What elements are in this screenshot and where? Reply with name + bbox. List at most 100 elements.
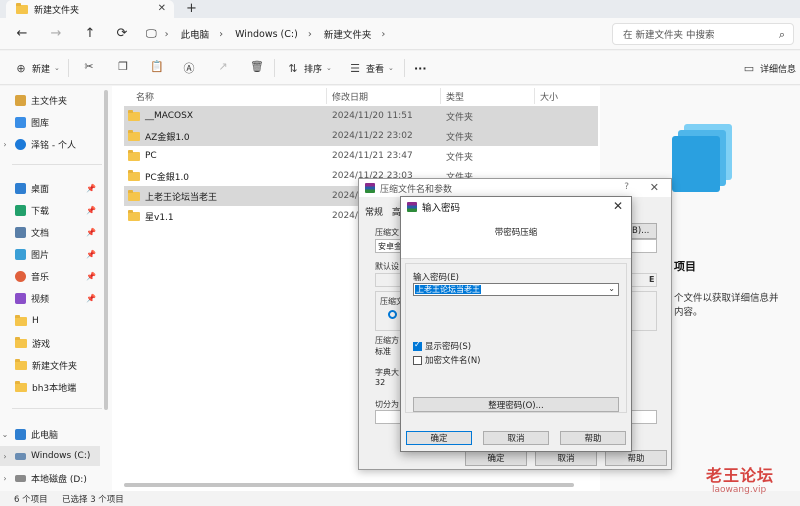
copy-icon[interactable]: ❐	[116, 60, 130, 76]
chevron-right-icon[interactable]: ›	[0, 452, 10, 461]
chevron-down-icon[interactable]: ⌄	[0, 430, 10, 439]
sort-label: 排序	[304, 64, 323, 75]
sidebar-item-videos[interactable]: 视频 📌	[0, 288, 100, 308]
column-header-size[interactable]: 大小	[540, 90, 558, 103]
file-row[interactable]: PC 2024/11/21 23:47 文件夹	[124, 146, 598, 166]
navigation-bar: ← → ↑ ⟳ 🖵 › 此电脑 › Windows (C:) › 新建文件夹 ›…	[0, 18, 800, 50]
breadcrumb-this-pc[interactable]: 此电脑	[181, 27, 210, 41]
folder-icon	[15, 380, 27, 392]
organize-passwords-button[interactable]: 整理密码(O)...	[413, 397, 619, 412]
sidebar-item-documents[interactable]: 文档 📌	[0, 222, 100, 242]
refresh-icon[interactable]: ⟳	[114, 26, 130, 42]
cancel-button[interactable]: 取消	[483, 431, 549, 445]
column-divider[interactable]	[326, 88, 327, 104]
sidebar-item-downloads[interactable]: 下载 📌	[0, 200, 100, 220]
sidebar-item-new-folder[interactable]: 新建文件夹	[0, 355, 100, 375]
column-divider[interactable]	[440, 88, 441, 104]
password-combobox[interactable]: 上老王论坛当老王 ⌄	[413, 283, 619, 296]
up-icon[interactable]: ↑	[82, 26, 98, 42]
back-icon[interactable]: ←	[14, 26, 30, 42]
divider	[12, 408, 102, 409]
ok-button[interactable]: 确定	[465, 450, 527, 466]
folder-icon	[15, 314, 27, 326]
file-row[interactable]: AZ金銀1.0 2024/11/22 23:02 文件夹	[124, 126, 598, 146]
breadcrumb-windows-c[interactable]: Windows (C:)	[235, 29, 298, 40]
more-options-button[interactable]: ···	[414, 60, 427, 76]
sidebar-item-desktop[interactable]: 桌面 📌	[0, 178, 100, 198]
sidebar-item-label: 新建文件夹	[32, 361, 78, 372]
paste-icon[interactable]: 📋	[150, 60, 164, 76]
sidebar-item-this-pc[interactable]: ⌄ 此电脑	[0, 424, 100, 444]
sidebar-scrollbar[interactable]	[104, 90, 108, 410]
sidebar-item-gallery[interactable]: 图库	[0, 112, 100, 132]
cancel-button[interactable]: 取消	[535, 450, 597, 466]
divider	[68, 59, 69, 77]
password-value: 上老王论坛当老王	[415, 285, 481, 294]
tab-general[interactable]: 常规	[365, 208, 383, 218]
chevron-down-icon[interactable]: ⌄	[608, 284, 615, 293]
new-button[interactable]: ⊕ 新建 ⌄	[14, 60, 60, 76]
sidebar-item-onedrive[interactable]: › 泽铭 - 个人	[0, 134, 100, 154]
sidebar-item-pictures[interactable]: 图片 📌	[0, 244, 100, 264]
preview-desc-line: 内容。	[674, 307, 703, 318]
home-icon	[15, 94, 26, 106]
column-header-date[interactable]: 修改日期	[332, 90, 368, 103]
sidebar-item-windows-c[interactable]: › Windows (C:)	[0, 446, 100, 466]
close-icon[interactable]: ✕	[613, 199, 623, 213]
sidebar-item-games[interactable]: 游戏	[0, 333, 100, 353]
checkbox-label: 显示密码(S)	[425, 342, 472, 352]
close-icon[interactable]: ✕	[650, 181, 659, 194]
chevron-right-icon[interactable]: ›	[0, 140, 10, 149]
file-row[interactable]: __MACOSX 2024/11/20 11:51 文件夹	[124, 106, 598, 126]
rename-icon[interactable]: Ⓐ	[182, 60, 196, 76]
music-icon	[15, 270, 26, 282]
show-password-checkbox[interactable]: 显示密码(S)	[413, 340, 471, 352]
radio-rar[interactable]	[388, 310, 397, 319]
chevron-right-icon[interactable]: ›	[0, 474, 10, 483]
file-name: __MACOSX	[145, 111, 194, 121]
breadcrumb-new-folder[interactable]: 新建文件夹	[324, 27, 372, 41]
details-pane-icon: ▭	[743, 61, 755, 75]
default-settings-label: 默认设	[375, 262, 399, 271]
details-pane-button[interactable]: ▭ 详细信息	[742, 60, 796, 76]
pin-icon: 📌	[86, 227, 96, 237]
cut-icon[interactable]: ✂	[82, 60, 96, 76]
file-name: 上老王论坛当老王	[145, 192, 218, 203]
chevron-right-icon: ›	[381, 28, 386, 40]
video-icon	[15, 292, 26, 304]
pin-icon: 📌	[86, 205, 96, 215]
horizontal-scrollbar[interactable]	[124, 483, 574, 487]
view-label: 查看	[366, 64, 385, 75]
help-icon[interactable]: ?	[624, 182, 629, 192]
share-icon[interactable]: ↗	[216, 60, 230, 76]
forward-icon[interactable]: →	[48, 26, 64, 42]
encrypt-filenames-checkbox[interactable]: 加密文件名(N)	[413, 354, 481, 366]
delete-icon[interactable]: 🗑	[250, 60, 264, 76]
sidebar-item-label: 图库	[31, 118, 50, 129]
column-header-type[interactable]: 类型	[446, 90, 464, 103]
file-date: 2024/11/20 11:51	[332, 111, 413, 121]
new-tab-button[interactable]: +	[186, 1, 197, 16]
help-button[interactable]: 帮助	[605, 450, 667, 466]
column-divider[interactable]	[534, 88, 535, 104]
ok-button[interactable]: 确定	[406, 431, 472, 445]
column-header-name[interactable]: 名称	[136, 90, 154, 103]
sidebar-item-home[interactable]: 主文件夹	[0, 90, 100, 110]
folder-icon	[15, 358, 27, 370]
drive-icon	[15, 452, 26, 460]
status-bar: 6 个项目 已选择 3 个项目	[0, 491, 800, 506]
help-button[interactable]: 帮助	[560, 431, 626, 445]
divider	[274, 59, 275, 77]
sidebar-item-h[interactable]: H	[0, 311, 100, 331]
sort-button[interactable]: ⇅ 排序 ⌄	[286, 60, 332, 76]
sidebar-item-bh3[interactable]: bh3本地端	[0, 377, 100, 397]
tab-current-folder[interactable]: 新建文件夹 ✕	[6, 0, 174, 18]
sidebar-item-local-d[interactable]: › 本地磁盘 (D:)	[0, 468, 100, 488]
view-button[interactable]: ☰ 查看 ⌄	[348, 60, 394, 76]
close-icon[interactable]: ✕	[158, 3, 166, 14]
password-dialog: 输入密码 ✕ 带密码压缩 输入密码(E) 上老王论坛当老王 ⌄ 显示密码(S) …	[400, 196, 632, 452]
sidebar-item-music[interactable]: 音乐 📌	[0, 266, 100, 286]
address-bar[interactable]: 🖵 › 此电脑 › Windows (C:) › 新建文件夹 ›	[146, 23, 606, 45]
search-input[interactable]: 在 新建文件夹 中搜索 ⌕	[612, 23, 794, 45]
file-name: AZ金銀1.0	[145, 132, 190, 143]
